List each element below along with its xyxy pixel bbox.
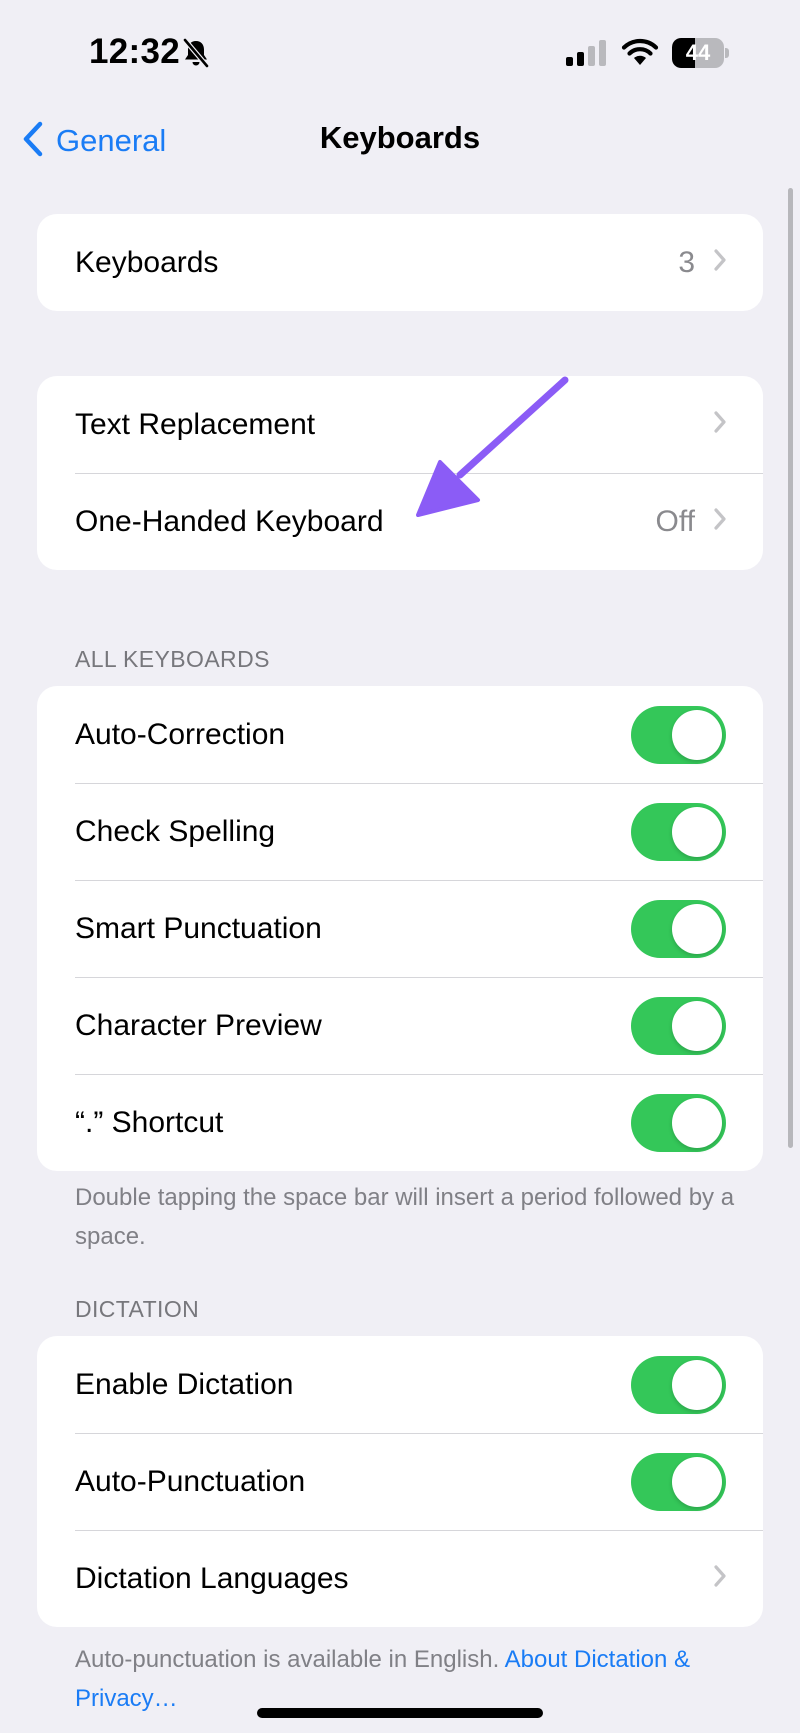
period-shortcut-label: “.” Shortcut	[75, 1105, 224, 1139]
enable-dictation-label: Enable Dictation	[75, 1367, 294, 1401]
chevron-right-icon	[713, 507, 727, 536]
battery-icon: 44	[672, 38, 729, 68]
character-preview-row: Character Preview	[37, 977, 763, 1074]
period-shortcut-footnote: Double tapping the space bar will insert…	[75, 1184, 735, 1250]
keyboards-settings-screen: 12:32 44 General Keyboards Keyboards 3 T…	[0, 0, 800, 1733]
auto-punctuation-label: Auto-Punctuation	[75, 1464, 306, 1498]
all-keyboards-group: Auto-Correction Check Spelling Smart Pun…	[37, 686, 763, 1171]
text-replacement-row[interactable]: Text Replacement	[37, 376, 763, 473]
scroll-indicator	[788, 188, 793, 1148]
enable-dictation-toggle[interactable]	[631, 1355, 726, 1414]
status-bar: 12:32 44	[0, 0, 800, 110]
dictation-footnote: Auto-punctuation is available in English…	[75, 1640, 735, 1718]
auto-correction-row: Auto-Correction	[37, 686, 763, 783]
dictation-languages-label: Dictation Languages	[75, 1561, 349, 1595]
home-indicator	[257, 1708, 543, 1718]
auto-punctuation-toggle[interactable]	[631, 1452, 726, 1511]
chevron-right-icon	[713, 410, 727, 439]
cellular-signal-icon	[566, 40, 608, 71]
period-shortcut-row: “.” Shortcut	[37, 1074, 763, 1171]
check-spelling-toggle[interactable]	[631, 802, 726, 861]
status-time: 12:32	[89, 32, 181, 71]
smart-punctuation-label: Smart Punctuation	[75, 911, 322, 945]
auto-punctuation-row: Auto-Punctuation	[37, 1433, 763, 1530]
one-handed-keyboard-row[interactable]: One-Handed Keyboard Off	[37, 473, 763, 570]
period-shortcut-toggle[interactable]	[631, 1093, 726, 1152]
smart-punctuation-toggle[interactable]	[631, 899, 726, 958]
dictation-header: DICTATION	[75, 1296, 200, 1322]
page-title: Keyboards	[319, 120, 481, 155]
character-preview-label: Character Preview	[75, 1008, 322, 1042]
keyboards-group: Keyboards 3	[37, 214, 763, 311]
annotation-arrow-icon	[410, 370, 580, 525]
auto-correction-label: Auto-Correction	[75, 717, 286, 751]
all-keyboards-header: ALL KEYBOARDS	[75, 646, 270, 672]
keyboards-row-label: Keyboards	[75, 245, 219, 279]
keyboards-row[interactable]: Keyboards 3	[37, 214, 763, 311]
chevron-right-icon	[713, 248, 727, 277]
smart-punctuation-row: Smart Punctuation	[37, 880, 763, 977]
dictation-group: Enable Dictation Auto-Punctuation Dictat…	[37, 1336, 763, 1627]
text-replacement-label: Text Replacement	[75, 407, 316, 441]
check-spelling-row: Check Spelling	[37, 783, 763, 880]
keyboard-options-group: Text Replacement One-Handed Keyboard Off	[37, 376, 763, 570]
wifi-icon	[621, 38, 659, 71]
auto-correction-toggle[interactable]	[631, 705, 726, 764]
dictation-footnote-text: Auto-punctuation is available in English…	[75, 1646, 505, 1673]
check-spelling-label: Check Spelling	[75, 814, 276, 848]
dictation-languages-row[interactable]: Dictation Languages	[37, 1530, 763, 1627]
bell-slash-icon	[182, 38, 210, 73]
keyboards-count: 3	[678, 245, 695, 279]
one-handed-keyboard-value: Off	[655, 504, 695, 538]
character-preview-toggle[interactable]	[631, 996, 726, 1055]
enable-dictation-row: Enable Dictation	[37, 1336, 763, 1433]
chevron-right-icon	[713, 1564, 727, 1593]
battery-level: 44	[685, 40, 711, 65]
